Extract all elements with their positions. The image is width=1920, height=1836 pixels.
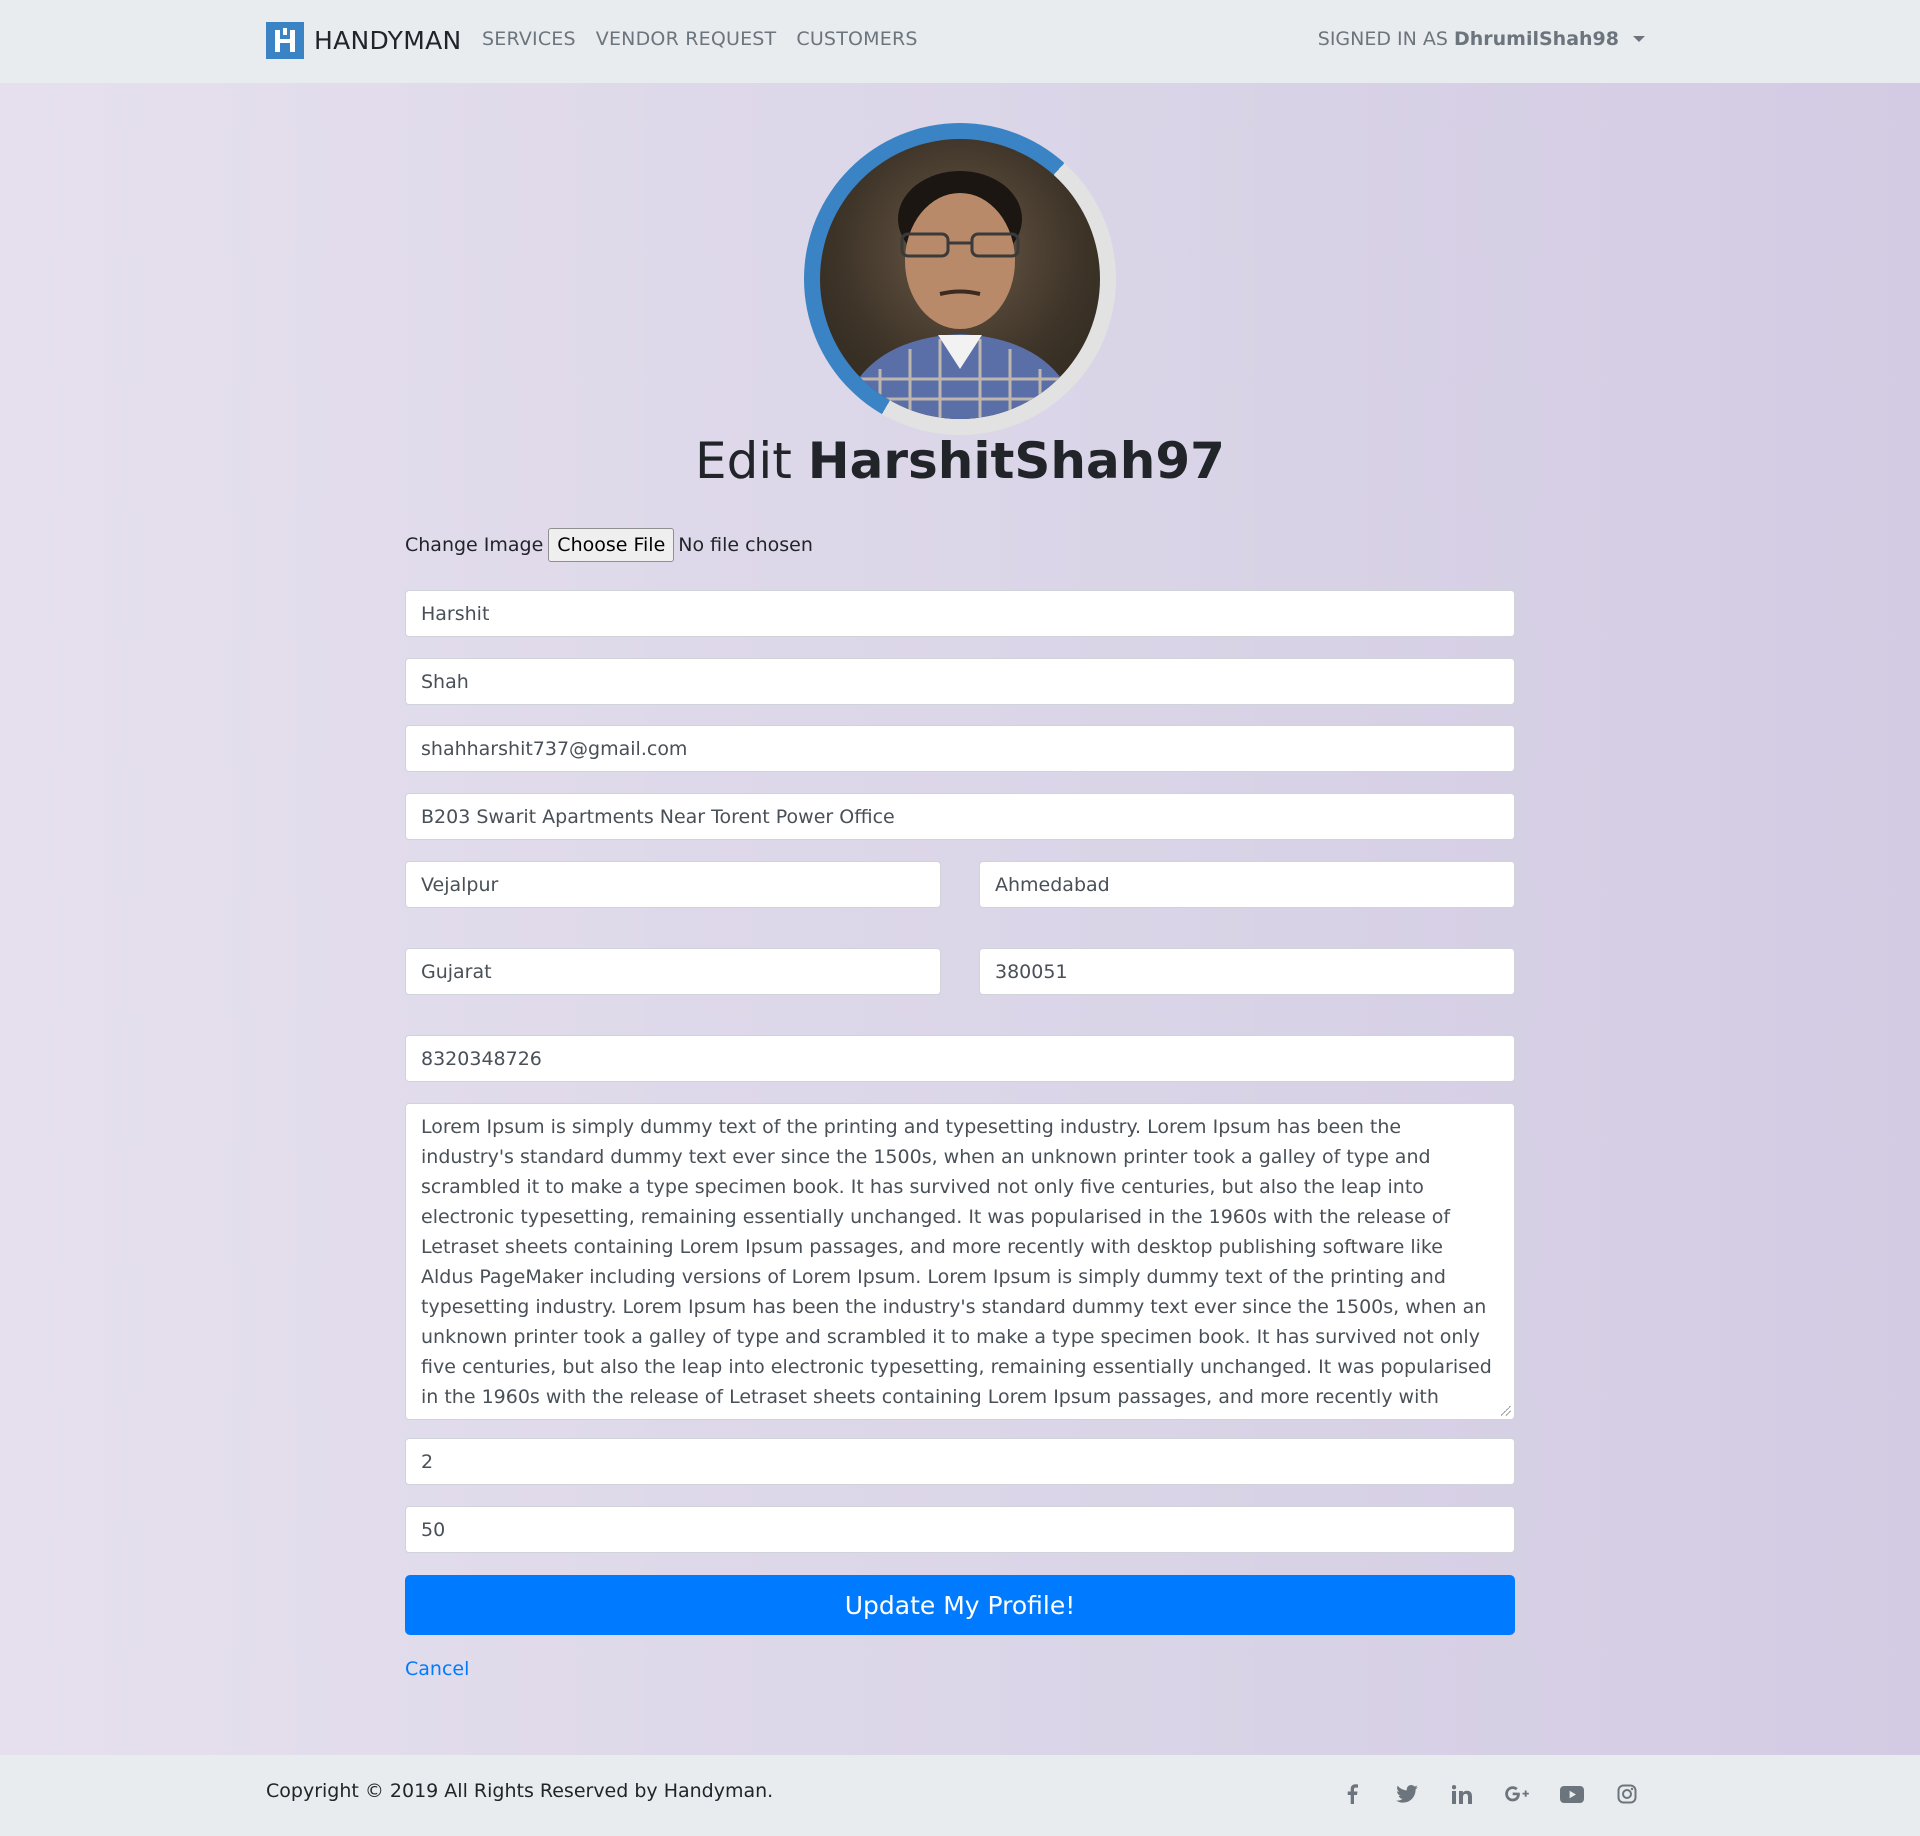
signed-in-label: SIGNED IN AS <box>1317 28 1448 50</box>
edit-profile-form: Change Image Choose File No file chosen … <box>405 525 1515 1680</box>
description-text: Lorem Ipsum is simply dummy text of the … <box>421 1116 1492 1419</box>
last-name-field[interactable]: Shah <box>405 658 1515 705</box>
title-username: HarshitShah97 <box>807 432 1225 490</box>
page-title: Edit HarshitShah97 <box>0 432 1920 490</box>
linkedin-icon[interactable] <box>1450 1782 1474 1806</box>
cancel-link[interactable]: Cancel <box>405 1658 469 1680</box>
handyman-logo-icon <box>266 22 304 59</box>
facebook-icon[interactable] <box>1340 1782 1364 1806</box>
rate-field[interactable]: 50 <box>405 1506 1515 1553</box>
top-navbar: HANDYMAN SERVICES VENDOR REQUEST CUSTOME… <box>0 0 1920 83</box>
file-status-text: No file chosen <box>678 534 813 556</box>
profile-avatar <box>804 123 1116 435</box>
user-menu-dropdown[interactable]: SIGNED IN AS DhrumilShah98 <box>1318 28 1645 50</box>
update-profile-button[interactable]: Update My Profile! <box>405 1575 1515 1635</box>
brand-link[interactable]: HANDYMAN <box>266 22 462 59</box>
choose-file-button[interactable]: Choose File <box>548 528 675 562</box>
nav-services[interactable]: SERVICES <box>482 28 576 50</box>
google-plus-icon[interactable] <box>1505 1782 1529 1806</box>
change-image-row: Change Image Choose File No file chosen <box>405 525 1515 565</box>
brand-name: HANDYMAN <box>314 26 462 55</box>
nav-vendor-request[interactable]: VENDOR REQUEST <box>596 28 777 50</box>
address-field[interactable]: B203 Swarit Apartments Near Torent Power… <box>405 793 1515 840</box>
instagram-icon[interactable] <box>1615 1782 1639 1806</box>
experience-field[interactable]: 2 <box>405 1438 1515 1485</box>
nav-links: SERVICES VENDOR REQUEST CUSTOMERS <box>482 28 918 50</box>
twitter-icon[interactable] <box>1395 1782 1419 1806</box>
change-image-label: Change Image <box>405 534 544 556</box>
area-field[interactable]: Vejalpur <box>405 861 941 908</box>
state-field[interactable]: Gujarat <box>405 948 941 995</box>
signed-in-username: DhrumilShah98 <box>1453 28 1619 50</box>
city-field[interactable]: Ahmedabad <box>979 861 1515 908</box>
first-name-field[interactable]: Harshit <box>405 590 1515 637</box>
footer: Copyright © 2019 All Rights Reserved by … <box>0 1755 1920 1836</box>
title-prefix: Edit <box>695 432 792 490</box>
email-field[interactable]: shahharshit737@gmail.com <box>405 725 1515 772</box>
resize-handle-icon[interactable] <box>1501 1406 1511 1416</box>
description-textarea[interactable]: Lorem Ipsum is simply dummy text of the … <box>405 1103 1515 1420</box>
nav-customers[interactable]: CUSTOMERS <box>796 28 917 50</box>
caret-down-icon <box>1633 36 1645 42</box>
copyright-text: Copyright © 2019 All Rights Reserved by … <box>266 1780 774 1802</box>
social-links <box>1340 1782 1639 1806</box>
pincode-field[interactable]: 380051 <box>979 948 1515 995</box>
phone-field[interactable]: 8320348726 <box>405 1035 1515 1082</box>
profile-photo <box>820 139 1100 419</box>
youtube-icon[interactable] <box>1560 1782 1584 1806</box>
